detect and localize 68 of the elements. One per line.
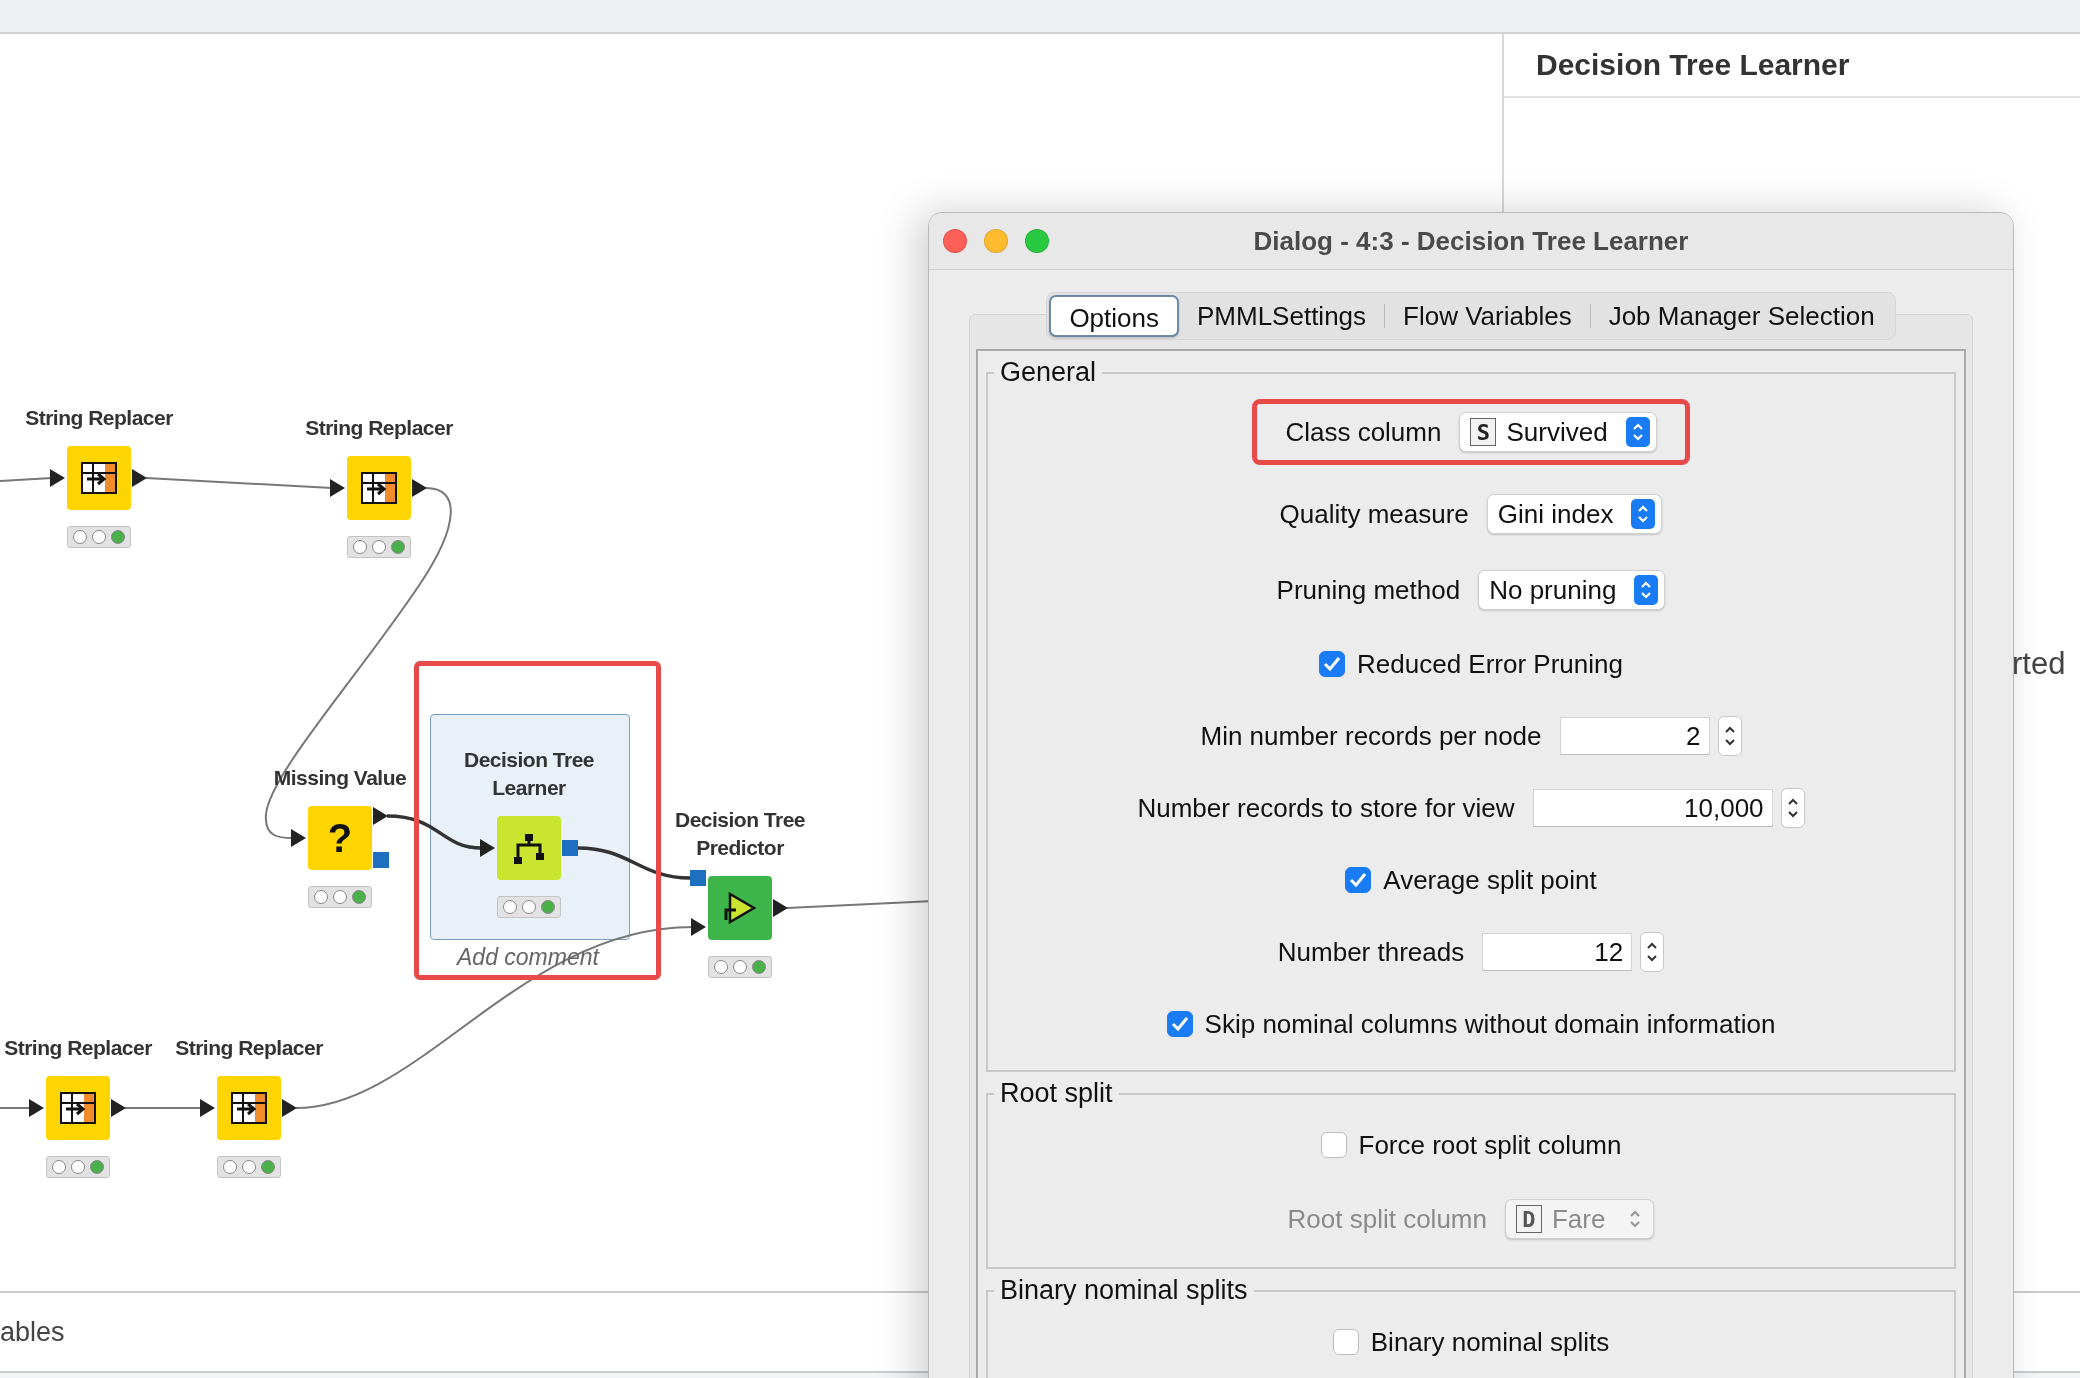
checkbox[interactable]: Binary nominal splits xyxy=(1332,1326,1610,1358)
number-field[interactable]: 10,000 xyxy=(1532,789,1773,827)
node-icon[interactable] xyxy=(497,816,561,880)
node-title: String Replacer xyxy=(174,1035,324,1061)
checkbox-box[interactable] xyxy=(1332,1329,1359,1355)
node-icon[interactable] xyxy=(347,456,411,520)
checkbox-box[interactable] xyxy=(1345,867,1372,893)
number-field[interactable]: 2 xyxy=(1559,717,1710,755)
checkbox[interactable]: Force root split column xyxy=(1320,1129,1622,1161)
stepper-icon[interactable] xyxy=(1640,932,1665,972)
port-icon[interactable] xyxy=(50,469,65,487)
section-title: Root split xyxy=(999,1078,1114,1109)
window-title: Dialog - 4:3 - Decision Tree Learner xyxy=(1253,225,1689,257)
port-icon[interactable] xyxy=(200,1099,215,1117)
field-label: Number threads xyxy=(1277,936,1465,968)
node-title: String Replacer xyxy=(24,405,174,431)
dropdown[interactable]: Gini index xyxy=(1486,494,1663,534)
connection-line xyxy=(0,1107,32,1109)
field-label: Root split column xyxy=(1287,1203,1487,1235)
node-icon[interactable] xyxy=(708,876,772,940)
section-title: Binary nominal splits xyxy=(999,1275,1249,1306)
port-icon[interactable] xyxy=(480,839,495,857)
port-icon[interactable] xyxy=(691,918,706,936)
node-title: Decision Tree Learner xyxy=(462,747,596,801)
dropdown[interactable]: S Survived xyxy=(1459,412,1657,452)
node-icon[interactable] xyxy=(217,1076,281,1140)
question-mark-icon: ? xyxy=(327,815,353,861)
field-label: Class column xyxy=(1285,416,1442,448)
field-label: Quality measure xyxy=(1279,498,1469,530)
node-icon[interactable] xyxy=(46,1076,110,1140)
type-badge: S xyxy=(1470,418,1497,446)
port-icon[interactable] xyxy=(291,829,306,847)
connection-line xyxy=(0,477,53,482)
panel-tab[interactable]: ables xyxy=(0,1316,65,1348)
checkbox[interactable]: Reduced Error Pruning xyxy=(1319,648,1623,680)
type-badge: D xyxy=(1515,1205,1542,1233)
tab[interactable]: Flow Variables xyxy=(1385,295,1590,337)
stepper-icon[interactable] xyxy=(1780,788,1805,828)
node-title: String Replacer xyxy=(3,1035,153,1061)
tree-icon xyxy=(512,831,546,865)
node-title: Decision Tree Predictor xyxy=(673,807,807,861)
node-icon[interactable]: ? xyxy=(308,806,372,870)
node-title: String Replacer xyxy=(304,415,454,441)
field-label: Number records to store for view xyxy=(1137,792,1515,824)
port-icon[interactable] xyxy=(29,1099,44,1117)
number-field[interactable]: 12 xyxy=(1482,933,1633,971)
chevron-icon xyxy=(1625,417,1650,447)
chevron-icon xyxy=(1631,499,1656,529)
section-title: General xyxy=(999,357,1098,388)
port-icon[interactable] xyxy=(330,479,345,497)
checkbox-box[interactable] xyxy=(1320,1132,1347,1158)
checkbox[interactable]: Skip nominal columns without domain information xyxy=(1166,1008,1776,1040)
panel-title: Decision Tree Learner xyxy=(1504,34,2080,98)
tab[interactable]: Options xyxy=(1049,295,1179,337)
tab[interactable]: PMMLSettings xyxy=(1179,295,1385,337)
checkbox-box[interactable] xyxy=(1166,1011,1193,1037)
close-icon[interactable] xyxy=(943,229,967,253)
field-label: Min number records per node xyxy=(1200,720,1542,752)
panel-text: rted xyxy=(2012,646,2067,682)
tab[interactable]: Job Manager Selection xyxy=(1590,295,1893,337)
stepper-icon[interactable] xyxy=(1717,716,1742,756)
checkbox-box[interactable] xyxy=(1319,651,1346,677)
dropdown[interactable]: No pruning xyxy=(1478,570,1666,610)
field-label: Pruning method xyxy=(1276,574,1461,606)
node-icon[interactable] xyxy=(67,446,131,510)
chevron-icon xyxy=(1634,575,1659,605)
checkbox[interactable]: Average split point xyxy=(1345,864,1597,896)
play-icon xyxy=(722,890,758,926)
